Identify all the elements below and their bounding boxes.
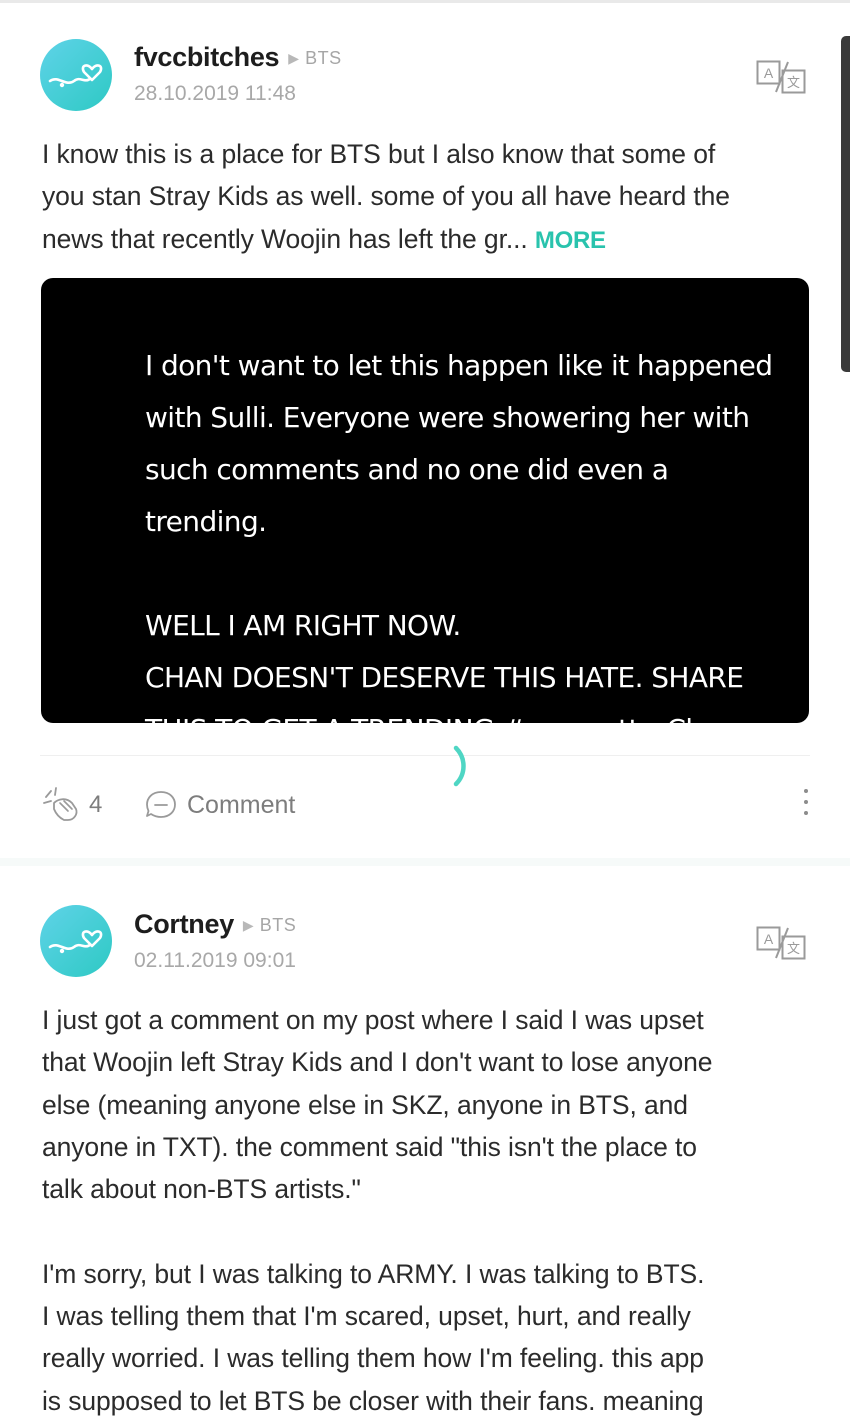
username[interactable]: fvccbitches: [134, 42, 280, 73]
post-body-line: news that recently Woojin has left the g…: [42, 218, 822, 262]
applause-count: 4: [89, 791, 103, 818]
post-body-line: really worried. I was telling them how I…: [42, 1343, 704, 1374]
action-divider: [40, 755, 810, 756]
post-timestamp: 28.10.2019 11:48: [134, 82, 296, 105]
post-body-line: anyone in TXT). the comment said "this i…: [42, 1131, 697, 1162]
svg-text:A: A: [764, 931, 774, 947]
applause-icon[interactable]: [42, 787, 82, 823]
post-card: fvccbitches ▶ BTS 28.10.2019 11:48 A 文 I…: [0, 0, 850, 858]
avatar[interactable]: [40, 39, 112, 111]
image-text: I don't want to let this happen like it …: [145, 340, 795, 723]
image-text-line: WELL I AM RIGHT NOW.: [145, 609, 461, 642]
image-text-line: I don't want to let this happen like it …: [145, 349, 773, 382]
translate-icon[interactable]: A 文: [756, 926, 808, 960]
post-timestamp: 02.11.2019 09:01: [134, 949, 296, 972]
more-link[interactable]: MORE: [535, 227, 606, 254]
post-body-line: [42, 1210, 822, 1252]
post-body-line: I know this is a place for BTS but I als…: [42, 139, 716, 169]
image-text-line: CHAN DOESN'T DESERVE THIS HATE. SHARE: [145, 661, 744, 694]
image-text-line: trending.: [145, 505, 267, 538]
image-text-line: such comments and no one did even a: [145, 453, 669, 486]
community-tag[interactable]: BTS: [305, 48, 342, 69]
post-body-line: is supposed to let BTS be closer with th…: [42, 1385, 704, 1416]
avatar-heart-logo-icon: [48, 930, 103, 954]
post-body-line: talk about non-BTS artists.": [42, 1174, 361, 1205]
post-body-line: I'm sorry, but I was talking to ARMY. I …: [42, 1258, 705, 1289]
svg-text:A: A: [764, 65, 774, 81]
community-arrow-icon: ▶: [242, 917, 254, 933]
post-body-text: news that recently Woojin has left the g…: [42, 223, 528, 254]
post-body: I just got a comment on my post where I …: [42, 999, 822, 1418]
svg-text:文: 文: [787, 76, 800, 91]
post-body-line: else (meaning anyone else in SKZ, anyone…: [42, 1089, 688, 1120]
post-card: Cortney ▶ BTS 02.11.2019 09:01 A 文 I jus…: [0, 866, 850, 1418]
community-tag[interactable]: BTS: [260, 915, 297, 936]
username[interactable]: Cortney: [134, 909, 234, 940]
image-text-line: with Sulli. Everyone were showering her …: [145, 401, 750, 434]
translate-icon[interactable]: A 文: [756, 60, 808, 94]
image-text-line: THIS TO GET A TRENDING #youmatterChan: [145, 704, 795, 723]
post-body-line: you stan Stray Kids as well. some of you…: [42, 181, 730, 212]
post-body-line: that Woojin left Stray Kids and I don't …: [42, 1047, 713, 1078]
avatar-heart-logo-icon: [48, 64, 103, 88]
avatar[interactable]: [40, 905, 112, 977]
author-line: Cortney ▶ BTS: [134, 909, 296, 940]
post-separator: [0, 858, 850, 866]
author-line: fvccbitches ▶ BTS: [134, 42, 342, 73]
comment-button[interactable]: Comment: [187, 791, 295, 820]
comment-icon[interactable]: [144, 789, 178, 821]
post-image[interactable]: I don't want to let this happen like it …: [41, 278, 809, 723]
post-body-line: I was telling them that I'm scared, upse…: [42, 1301, 691, 1332]
community-arrow-icon: ▶: [288, 50, 300, 66]
post-actions: 4 Comment: [0, 780, 850, 830]
image-text-line: [145, 548, 795, 600]
post-body: I know this is a place for BTS but I als…: [42, 133, 822, 262]
svg-text:文: 文: [787, 942, 800, 957]
post-body-line: I just got a comment on my post where I …: [42, 1005, 704, 1035]
vertical-dots-icon[interactable]: [800, 786, 812, 824]
